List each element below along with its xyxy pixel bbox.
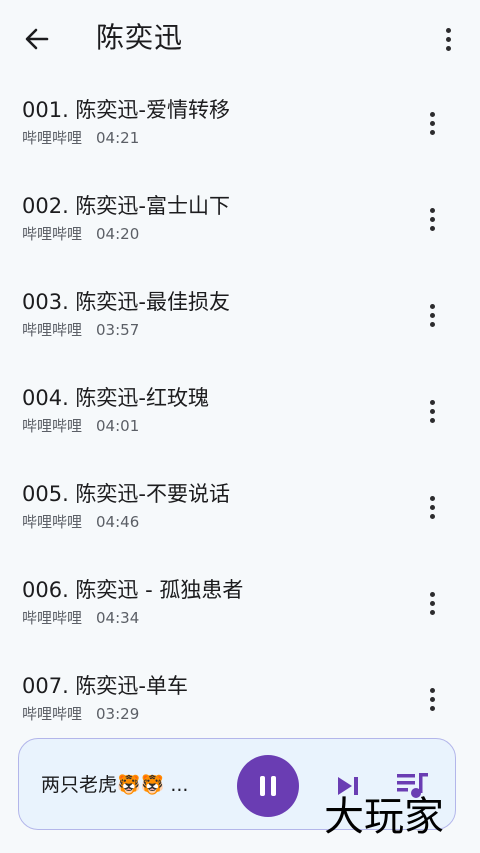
song-more-icon[interactable]	[420, 394, 444, 428]
song-source: 哔哩哔哩	[22, 513, 83, 531]
song-duration: 04:20	[96, 225, 140, 243]
song-duration: 03:57	[96, 321, 140, 339]
song-source: 哔哩哔哩	[22, 129, 83, 147]
song-title: 006. 陈奕迅 - 孤独患者	[22, 578, 244, 602]
more-options-icon[interactable]	[436, 22, 460, 56]
song-source: 哔哩哔哩	[22, 705, 83, 723]
song-title: 005. 陈奕迅-不要说话	[22, 482, 231, 506]
song-duration: 04:01	[96, 417, 140, 435]
song-source: 哔哩哔哩	[22, 609, 83, 627]
song-duration: 04:34	[96, 609, 140, 627]
song-duration: 04:46	[96, 513, 140, 531]
song-title: 007. 陈奕迅-单车	[22, 674, 189, 698]
song-source: 哔哩哔哩	[22, 225, 83, 243]
song-list: 001. 陈奕迅-爱情转移 哔哩哔哩 04:21 002. 陈奕迅-富士山下 哔哩…	[0, 76, 480, 748]
song-title: 003. 陈奕迅-最佳损友	[22, 290, 231, 314]
song-title: 001. 陈奕迅-爱情转移	[22, 98, 231, 122]
song-more-icon[interactable]	[420, 490, 444, 524]
song-row[interactable]: 003. 陈奕迅-最佳损友 哔哩哔哩 03:57	[0, 268, 480, 364]
song-duration: 04:21	[96, 129, 140, 147]
pause-button[interactable]	[237, 755, 299, 817]
song-row[interactable]: 002. 陈奕迅-富士山下 哔哩哔哩 04:20	[0, 172, 480, 268]
song-title: 002. 陈奕迅-富士山下	[22, 194, 231, 218]
song-duration: 03:29	[96, 705, 140, 723]
song-more-icon[interactable]	[420, 106, 444, 140]
top-app-bar: 陈奕迅	[0, 0, 480, 76]
song-row[interactable]: 006. 陈奕迅 - 孤独患者 哔哩哔哩 04:34	[0, 556, 480, 652]
now-playing-title: 两只老虎🐯🐯 ...	[41, 774, 189, 796]
song-more-icon[interactable]	[420, 202, 444, 236]
song-row[interactable]: 007. 陈奕迅-单车 哔哩哔哩 03:29	[0, 652, 480, 748]
song-source: 哔哩哔哩	[22, 321, 83, 339]
song-source: 哔哩哔哩	[22, 417, 83, 435]
song-row[interactable]: 004. 陈奕迅-红玫瑰 哔哩哔哩 04:01	[0, 364, 480, 460]
song-title: 004. 陈奕迅-红玫瑰	[22, 386, 210, 410]
song-more-icon[interactable]	[420, 298, 444, 332]
page-title: 陈奕迅	[96, 21, 184, 54]
watermark-logo: 大玩家	[324, 794, 444, 840]
song-more-icon[interactable]	[420, 682, 444, 716]
song-more-icon[interactable]	[420, 586, 444, 620]
back-arrow-icon[interactable]	[20, 22, 54, 56]
pause-icon	[260, 776, 265, 796]
song-row[interactable]: 005. 陈奕迅-不要说话 哔哩哔哩 04:46	[0, 460, 480, 556]
song-row[interactable]: 001. 陈奕迅-爱情转移 哔哩哔哩 04:21	[0, 76, 480, 172]
